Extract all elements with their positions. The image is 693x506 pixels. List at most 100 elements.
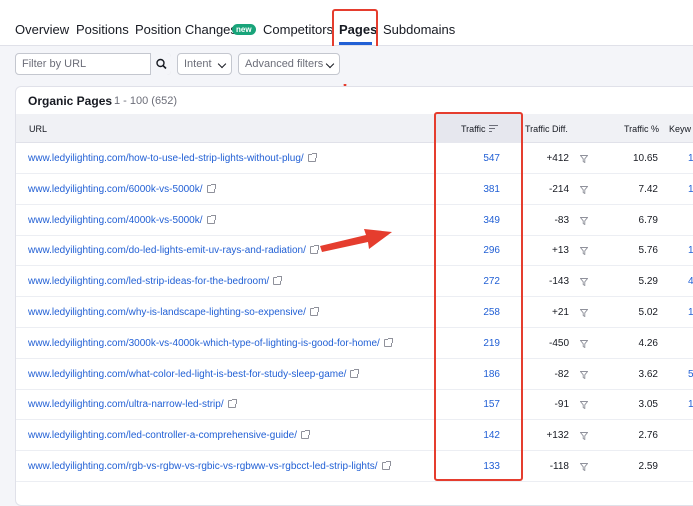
external-link-icon[interactable] bbox=[301, 430, 311, 440]
traffic-percent-value: 7.42 bbox=[638, 183, 658, 195]
traffic-value[interactable]: 142 bbox=[483, 430, 500, 441]
table-header bbox=[16, 114, 693, 143]
filter-funnel-icon[interactable] bbox=[580, 370, 588, 379]
filter-funnel-icon[interactable] bbox=[580, 309, 588, 317]
page-url-link[interactable]: www.ledyilighting.com/led-controller-a-c… bbox=[28, 430, 311, 442]
page-url-link[interactable]: www.ledyilighting.com/do-led-lights-emit… bbox=[28, 245, 319, 257]
sort-descending-icon[interactable] bbox=[489, 124, 498, 133]
tab-positions[interactable]: Positions bbox=[76, 22, 129, 37]
external-link-icon[interactable] bbox=[227, 399, 237, 409]
traffic-percent-value: 3.05 bbox=[638, 399, 658, 411]
intent-label: Intent bbox=[184, 58, 212, 70]
col-url-header[interactable]: URL bbox=[29, 124, 47, 134]
page-url-text: www.ledyilighting.com/6000k-vs-5000k/ bbox=[28, 183, 203, 195]
keywords-value[interactable]: 1 bbox=[688, 184, 693, 195]
tab-competitors[interactable]: Competitors bbox=[263, 22, 333, 37]
keywords-value[interactable]: 4 bbox=[688, 276, 693, 287]
right-arrow-annotation-icon bbox=[320, 229, 392, 252]
keywords-value[interactable]: 1 bbox=[688, 245, 693, 256]
page-url-link[interactable]: www.ledyilighting.com/4000k-vs-5000k/ bbox=[28, 214, 216, 226]
filter-funnel-icon[interactable] bbox=[580, 155, 588, 163]
tab-position-changes[interactable]: Position Changes bbox=[135, 22, 237, 37]
traffic-percent-value: 2.76 bbox=[638, 430, 658, 442]
filter-funnel-icon[interactable] bbox=[580, 216, 588, 225]
chevron-down-icon bbox=[217, 59, 227, 69]
search-button[interactable] bbox=[150, 53, 171, 75]
traffic-percent-value: 6.79 bbox=[638, 214, 658, 226]
page-url-link[interactable]: www.ledyilighting.com/ultra-narrow-led-s… bbox=[28, 399, 237, 410]
traffic-value[interactable]: 296 bbox=[483, 245, 500, 256]
filter-funnel-icon[interactable] bbox=[580, 339, 588, 348]
col-keywords-header[interactable]: Keyw bbox=[669, 124, 691, 134]
page-url-text: www.ledyilighting.com/led-strip-ideas-fo… bbox=[28, 276, 270, 288]
external-link-icon[interactable] bbox=[381, 461, 391, 470]
external-link-icon[interactable] bbox=[273, 276, 283, 286]
page-url-link[interactable]: www.ledyilighting.com/why-is-landscape-l… bbox=[28, 307, 319, 318]
filter-funnel-icon[interactable] bbox=[580, 432, 588, 441]
page-url-link[interactable]: www.ledyilighting.com/what-color-led-lig… bbox=[28, 368, 360, 380]
tab-subdomains[interactable]: Subdomains bbox=[383, 22, 455, 37]
external-link-icon[interactable] bbox=[309, 307, 319, 316]
traffic-value[interactable]: 547 bbox=[483, 153, 500, 164]
intent-dropdown[interactable]: Intent bbox=[177, 53, 232, 75]
traffic-diff-value: +132 bbox=[546, 430, 569, 442]
traffic-value[interactable]: 258 bbox=[483, 307, 500, 318]
traffic-diff-value: -450 bbox=[548, 337, 569, 349]
new-badge: new bbox=[232, 24, 256, 35]
url-filter-input[interactable]: Filter by URL bbox=[15, 53, 171, 75]
traffic-diff-value: -91 bbox=[554, 399, 569, 411]
external-link-icon[interactable] bbox=[383, 337, 393, 347]
url-filter-placeholder: Filter by URL bbox=[22, 58, 87, 70]
page-url-text: www.ledyilighting.com/4000k-vs-5000k/ bbox=[28, 214, 203, 226]
page-url-text: www.ledyilighting.com/do-led-lights-emit… bbox=[28, 245, 306, 257]
traffic-diff-value: +21 bbox=[552, 307, 569, 318]
active-tab-indicator bbox=[339, 42, 372, 45]
filter-funnel-icon[interactable] bbox=[580, 185, 588, 194]
filter-funnel-icon[interactable] bbox=[580, 278, 588, 287]
external-link-icon[interactable] bbox=[206, 183, 216, 193]
col-traffic-header[interactable]: Traffic bbox=[461, 124, 486, 134]
keywords-value[interactable]: 5 bbox=[688, 369, 693, 380]
external-link-icon[interactable] bbox=[206, 214, 216, 224]
advanced-filters-dropdown[interactable]: Advanced filters bbox=[238, 53, 340, 75]
filter-funnel-icon[interactable] bbox=[580, 463, 588, 471]
keywords-value[interactable]: 1 bbox=[688, 307, 693, 318]
page-url-link[interactable]: www.ledyilighting.com/3000k-vs-4000k-whi… bbox=[28, 337, 393, 349]
filter-funnel-icon[interactable] bbox=[580, 401, 588, 410]
traffic-value[interactable]: 219 bbox=[483, 338, 500, 349]
page-url-text: www.ledyilighting.com/what-color-led-lig… bbox=[28, 368, 347, 380]
traffic-percent-value: 5.76 bbox=[638, 245, 658, 257]
traffic-diff-value: +412 bbox=[546, 153, 569, 164]
traffic-value[interactable]: 186 bbox=[483, 369, 500, 380]
external-link-icon[interactable] bbox=[307, 153, 317, 162]
traffic-value[interactable]: 133 bbox=[483, 461, 500, 472]
traffic-value[interactable]: 272 bbox=[483, 276, 500, 287]
page-url-link[interactable]: www.ledyilighting.com/6000k-vs-5000k/ bbox=[28, 183, 216, 195]
col-traffic-pct-header[interactable]: Traffic % bbox=[624, 124, 659, 134]
traffic-value[interactable]: 349 bbox=[483, 215, 500, 226]
traffic-diff-value: +13 bbox=[552, 245, 569, 257]
tab-overview[interactable]: Overview bbox=[15, 22, 69, 37]
traffic-diff-value: -118 bbox=[549, 461, 569, 472]
col-traffic-diff-header[interactable]: Traffic Diff. bbox=[525, 124, 568, 134]
external-link-icon[interactable] bbox=[309, 245, 319, 255]
traffic-value[interactable]: 157 bbox=[483, 399, 500, 410]
traffic-diff-value: -83 bbox=[554, 214, 569, 226]
traffic-diff-value: -143 bbox=[548, 276, 569, 288]
tab-pages[interactable]: Pages bbox=[339, 22, 377, 37]
page-url-link[interactable]: www.ledyilighting.com/rgb-vs-rgbw-vs-rgb… bbox=[28, 461, 391, 472]
keywords-value[interactable]: 1 bbox=[688, 399, 693, 410]
page-url-link[interactable]: www.ledyilighting.com/how-to-use-led-str… bbox=[28, 153, 317, 164]
traffic-value[interactable]: 381 bbox=[483, 184, 500, 195]
page-url-text: www.ledyilighting.com/why-is-landscape-l… bbox=[28, 307, 306, 318]
filter-funnel-icon[interactable] bbox=[580, 247, 588, 256]
traffic-percent-value: 4.26 bbox=[638, 337, 658, 349]
external-link-icon[interactable] bbox=[350, 368, 360, 378]
page-url-text: www.ledyilighting.com/3000k-vs-4000k-whi… bbox=[28, 337, 380, 349]
page-url-text: www.ledyilighting.com/led-controller-a-c… bbox=[28, 430, 298, 442]
page-url-link[interactable]: www.ledyilighting.com/led-strip-ideas-fo… bbox=[28, 276, 283, 288]
keywords-value[interactable]: 1 bbox=[688, 153, 693, 164]
traffic-percent-value: 3.62 bbox=[638, 368, 658, 380]
search-icon bbox=[156, 58, 167, 70]
traffic-percent-value: 10.65 bbox=[632, 153, 658, 164]
